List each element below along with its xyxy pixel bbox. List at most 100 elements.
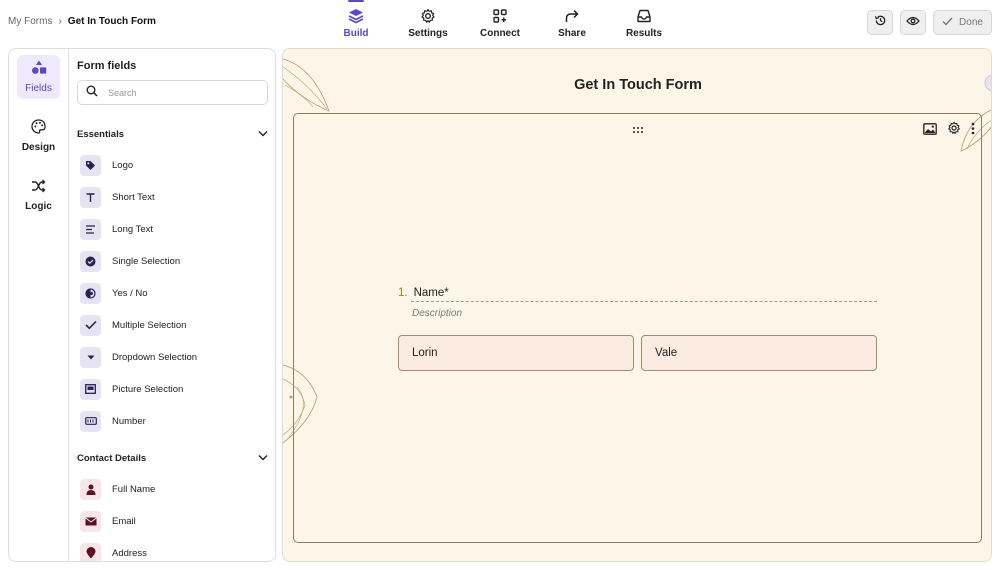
question-underline [411, 301, 877, 302]
breadcrumb: My Forms › Get In Touch Form [8, 16, 156, 27]
field-short-text[interactable]: Short Text [80, 186, 155, 208]
nav-results[interactable]: Results [608, 0, 680, 46]
done-button[interactable]: Done [933, 10, 992, 35]
person-icon [80, 478, 101, 500]
field-long-text-label: Long Text [112, 223, 154, 235]
first-name-input[interactable]: Lorin [398, 335, 634, 371]
section-contact-details-title: Contact Details [77, 452, 147, 464]
done-label: Done [959, 17, 983, 28]
section-essentials-title: Essentials [77, 128, 124, 140]
field-single-selection[interactable]: Single Selection [80, 250, 180, 272]
main-nav: Build Settings Connect Share Results [320, 0, 680, 46]
field-logo[interactable]: Logo [80, 154, 133, 176]
fields-panel-title: Form fields [77, 60, 137, 72]
fields-panel: Form fields Essentials Logo Short Text [69, 49, 275, 561]
top-bar: My Forms › Get In Touch Form Build Setti… [0, 0, 1000, 46]
rail-design[interactable]: Design [17, 114, 60, 158]
field-search[interactable] [77, 80, 268, 105]
search-icon [86, 84, 98, 102]
apps-add-icon [492, 8, 508, 24]
more-vertical-icon[interactable] [971, 122, 975, 140]
drag-handle-icon[interactable] [632, 121, 644, 139]
card-tools [923, 121, 975, 140]
field-number-label: Number [112, 415, 146, 427]
field-short-text-label: Short Text [112, 191, 155, 203]
shapes-icon [31, 60, 47, 80]
layers-icon [348, 8, 364, 24]
rail-design-label: Design [21, 142, 56, 153]
section-contact-details[interactable]: Contact Details [77, 450, 268, 466]
chevron-down-icon [258, 453, 268, 464]
nav-share-label: Share [558, 28, 586, 39]
nav-connect-label: Connect [480, 28, 520, 39]
field-logo-label: Logo [112, 159, 134, 171]
field-picture-selection-label: Picture Selection [112, 383, 184, 395]
field-multiple-selection-label: Multiple Selection [112, 319, 187, 331]
mail-icon [80, 510, 101, 532]
question-number: 1. [398, 287, 408, 299]
nav-build-label: Build [343, 28, 369, 39]
history-icon [874, 14, 887, 32]
form-canvas: Get In Touch Form 1. Name* Description L… [282, 48, 992, 562]
shuffle-icon [31, 179, 46, 198]
question-card[interactable]: 1. Name* Description Lorin Vale [293, 113, 982, 543]
tag-icon [80, 154, 101, 176]
field-email-label: Email [112, 515, 136, 527]
check-circle-icon [80, 250, 101, 272]
field-dropdown-selection-label: Dropdown Selection [112, 351, 198, 363]
field-dropdown-selection[interactable]: Dropdown Selection [80, 346, 197, 368]
yes-no-icon [80, 282, 101, 304]
field-long-text[interactable]: Long Text [80, 218, 153, 240]
field-email[interactable]: Email [80, 510, 136, 532]
checkmark-icon [942, 17, 953, 29]
field-picture-selection[interactable]: Picture Selection [80, 378, 183, 400]
rail-logic[interactable]: Logic [17, 173, 60, 217]
search-input[interactable] [108, 87, 258, 98]
field-full-name[interactable]: Full Name [80, 478, 155, 500]
number-icon [80, 410, 101, 432]
field-full-name-label: Full Name [112, 483, 156, 495]
inbox-icon [636, 8, 652, 24]
history-button[interactable] [867, 10, 893, 35]
top-actions: Done [867, 10, 992, 35]
location-icon [80, 542, 101, 561]
breadcrumb-current: Get In Touch Form [67, 16, 156, 27]
eye-icon [906, 14, 920, 32]
gear-icon [420, 8, 436, 24]
nav-settings[interactable]: Settings [392, 0, 464, 46]
side-rail: Fields Design Logic [9, 49, 69, 561]
left-panel: Fields Design Logic Form fields Essentia… [8, 48, 276, 562]
text-t-icon [80, 186, 101, 208]
dropdown-icon [80, 346, 101, 368]
field-address-label: Address [112, 547, 147, 559]
paragraph-icon [80, 218, 101, 240]
nav-connect[interactable]: Connect [464, 0, 536, 46]
question-header: 1. Name* [398, 287, 449, 299]
question-description[interactable]: Description [412, 308, 462, 319]
field-multiple-selection[interactable]: Multiple Selection [80, 314, 186, 336]
preview-button[interactable] [900, 10, 926, 35]
form-title: Get In Touch Form [574, 77, 702, 93]
breadcrumb-separator: › [58, 16, 62, 27]
chevron-down-icon [258, 129, 268, 140]
question-label[interactable]: Name* [414, 287, 449, 299]
picture-icon [80, 378, 101, 400]
last-name-input[interactable]: Vale [641, 335, 877, 371]
nav-share[interactable]: Share [536, 0, 608, 46]
nav-settings-label: Settings [408, 28, 448, 39]
field-single-selection-label: Single Selection [112, 255, 181, 267]
breadcrumb-my-forms[interactable]: My Forms [8, 16, 52, 27]
image-icon[interactable] [923, 122, 937, 140]
checkmark-icon [80, 314, 101, 336]
gear-icon[interactable] [947, 121, 961, 140]
field-number[interactable]: Number [80, 410, 146, 432]
rail-fields[interactable]: Fields [17, 55, 60, 99]
field-address[interactable]: Address [80, 542, 147, 561]
palette-icon [31, 119, 46, 139]
share-arrow-icon [564, 8, 580, 24]
nav-build[interactable]: Build [320, 0, 392, 46]
rail-fields-label: Fields [25, 83, 52, 94]
section-essentials[interactable]: Essentials [77, 126, 268, 142]
field-yes-no[interactable]: Yes / No [80, 282, 148, 304]
nav-results-label: Results [625, 28, 663, 39]
